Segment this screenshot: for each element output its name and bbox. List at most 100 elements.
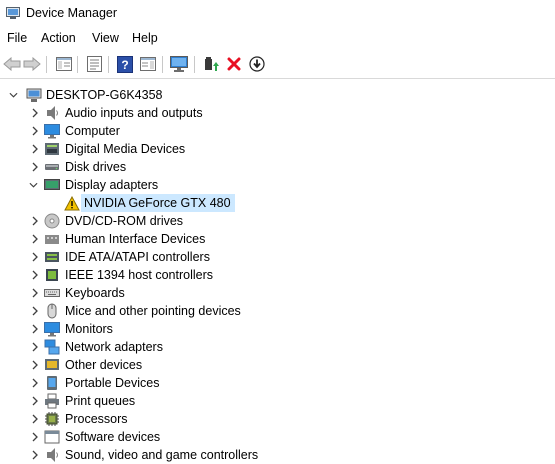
tree-category-row[interactable]: Disk drives xyxy=(0,158,555,176)
device-tree: DESKTOP-G6K4358 Audio inputs and outputs… xyxy=(0,79,555,464)
chevron-right-icon[interactable] xyxy=(31,252,40,261)
uninstall-icon[interactable] xyxy=(225,55,243,73)
chevron-right-icon[interactable] xyxy=(31,234,40,243)
tree-category-row[interactable]: Network adapters xyxy=(0,338,555,356)
tree-category-row[interactable]: DVD/CD-ROM drives xyxy=(0,212,555,230)
menu-help[interactable]: Help xyxy=(132,31,158,45)
ieee1394-icon xyxy=(44,267,60,283)
chevron-right-icon[interactable] xyxy=(31,306,40,315)
chevron-right-icon[interactable] xyxy=(31,324,40,333)
back-icon[interactable] xyxy=(3,55,21,73)
tree-category-label: Monitors xyxy=(65,322,113,336)
tree-device-label[interactable]: NVIDIA GeForce GTX 480 xyxy=(81,194,235,212)
tree-category-row[interactable]: IEEE 1394 host controllers xyxy=(0,266,555,284)
chevron-right-icon[interactable] xyxy=(31,342,40,351)
menu-bar: File Action View Help xyxy=(0,28,555,50)
tree-category-row[interactable]: Software devices xyxy=(0,428,555,446)
tree-category-row[interactable]: Portable Devices xyxy=(0,374,555,392)
chevron-right-icon[interactable] xyxy=(31,108,40,117)
tree-category-row[interactable]: Monitors xyxy=(0,320,555,338)
toolbar-separator xyxy=(77,56,78,73)
tree-category-label: Disk drives xyxy=(65,160,127,174)
update-driver-icon[interactable] xyxy=(203,55,221,73)
chevron-right-icon[interactable] xyxy=(31,450,40,459)
tree-category-row[interactable]: Computer xyxy=(0,122,555,140)
chevron-right-icon[interactable] xyxy=(31,432,40,441)
tree-category-row[interactable]: Keyboards xyxy=(0,284,555,302)
menu-file[interactable]: File xyxy=(7,31,27,45)
tree-category-label: Mice and other pointing devices xyxy=(65,304,241,318)
monitor-icon xyxy=(44,321,60,337)
tree-category-row[interactable]: Sound, video and game controllers xyxy=(0,446,555,464)
tree-category-label: Network adapters xyxy=(65,340,163,354)
tree-category-label: Human Interface Devices xyxy=(65,232,206,246)
properties-icon[interactable] xyxy=(85,55,103,73)
tree-category-label: Other devices xyxy=(65,358,143,372)
disk-drive-icon xyxy=(44,159,60,175)
toolbar: ? xyxy=(0,51,555,79)
tree-category-row[interactable]: Print queues xyxy=(0,392,555,410)
mouse-icon xyxy=(44,303,60,319)
svg-text:?: ? xyxy=(121,58,128,72)
sound-controller-icon xyxy=(44,447,60,463)
display-adapter-icon xyxy=(44,177,60,193)
tree-category-label: Digital Media Devices xyxy=(65,142,186,156)
tree-category-label: DVD/CD-ROM drives xyxy=(65,214,184,228)
monitor-scan-icon[interactable] xyxy=(170,55,188,73)
tree-root[interactable]: DESKTOP-G6K4358 xyxy=(0,86,555,104)
tree-category-row[interactable]: Human Interface Devices xyxy=(0,230,555,248)
software-device-icon xyxy=(44,429,60,445)
action-view-icon[interactable] xyxy=(139,55,157,73)
chevron-right-icon[interactable] xyxy=(31,396,40,405)
chevron-right-icon[interactable] xyxy=(31,216,40,225)
chevron-right-icon[interactable] xyxy=(31,126,40,135)
tree-category-label: Processors xyxy=(65,412,128,426)
dvd-icon xyxy=(44,213,60,229)
menu-view[interactable]: View xyxy=(92,31,119,45)
tree-category-row[interactable]: IDE ATA/ATAPI controllers xyxy=(0,248,555,266)
tree-category-label: Software devices xyxy=(65,430,161,444)
help-icon[interactable]: ? xyxy=(116,55,134,73)
menu-action[interactable]: Action xyxy=(41,31,76,45)
keyboard-icon xyxy=(44,285,60,301)
chevron-right-icon[interactable] xyxy=(31,378,40,387)
toolbar-separator xyxy=(162,56,163,73)
media-device-icon xyxy=(44,141,60,157)
tree-category-label: Print queues xyxy=(65,394,136,408)
tree-category-row[interactable]: Digital Media Devices xyxy=(0,140,555,158)
tree-category-label: Display adapters xyxy=(65,178,159,192)
window-title: Device Manager xyxy=(26,6,118,20)
tree-category-label: Audio inputs and outputs xyxy=(65,106,203,120)
tree-category-label: Computer xyxy=(65,124,120,138)
tree-category-label: Keyboards xyxy=(65,286,125,300)
tree-category-row[interactable]: Other devices xyxy=(0,356,555,374)
tree-category-row[interactable]: Processors xyxy=(0,410,555,428)
chevron-right-icon[interactable] xyxy=(31,162,40,171)
chevron-right-icon[interactable] xyxy=(31,270,40,279)
tree-category-label: IDE ATA/ATAPI controllers xyxy=(65,250,210,264)
tree-category-label: Portable Devices xyxy=(65,376,160,390)
tree-device-row[interactable]: NVIDIA GeForce GTX 480 xyxy=(0,194,555,212)
tree-category-row[interactable]: Audio inputs and outputs xyxy=(0,104,555,122)
show-hide-tree-icon[interactable] xyxy=(55,55,73,73)
toolbar-separator xyxy=(194,56,195,73)
warning-icon xyxy=(64,195,80,211)
computer-icon xyxy=(44,123,60,139)
speaker-icon xyxy=(44,105,60,121)
tree-category-label: Sound, video and game controllers xyxy=(65,448,259,462)
download-icon[interactable] xyxy=(248,55,266,73)
root-label: DESKTOP-G6K4358 xyxy=(46,88,163,102)
chevron-down-icon[interactable] xyxy=(29,181,38,190)
forward-icon[interactable] xyxy=(23,55,41,73)
chevron-right-icon[interactable] xyxy=(31,360,40,369)
tree-category-row[interactable]: Mice and other pointing devices xyxy=(0,302,555,320)
ide-controller-icon xyxy=(44,249,60,265)
processor-icon xyxy=(44,411,60,427)
chevron-right-icon[interactable] xyxy=(31,144,40,153)
computer-root-icon xyxy=(26,87,42,103)
chevron-right-icon[interactable] xyxy=(31,414,40,423)
tree-category-row[interactable]: Display adapters xyxy=(0,176,555,194)
chevron-down-icon[interactable] xyxy=(9,91,18,100)
chevron-right-icon[interactable] xyxy=(31,288,40,297)
title-bar: Device Manager xyxy=(0,0,555,28)
